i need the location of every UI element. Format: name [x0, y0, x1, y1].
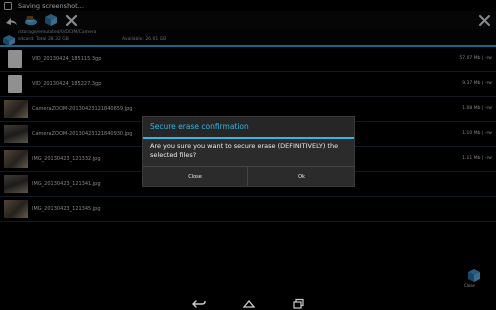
dialog-title-divider — [143, 137, 354, 139]
dialog-title: Secure erase confirmation — [143, 117, 354, 137]
secure-erase-dialog: Secure erase confirmation Are you sure y… — [142, 116, 355, 187]
recents-icon[interactable] — [292, 295, 306, 309]
dialog-message: Are you sure you want to secure erase (D… — [150, 142, 339, 159]
ok-button[interactable]: Ok — [249, 167, 354, 186]
back-icon[interactable] — [192, 295, 206, 308]
close-button[interactable]: Close — [143, 167, 248, 186]
navigation-bar — [0, 292, 496, 310]
home-icon[interactable] — [242, 295, 256, 308]
